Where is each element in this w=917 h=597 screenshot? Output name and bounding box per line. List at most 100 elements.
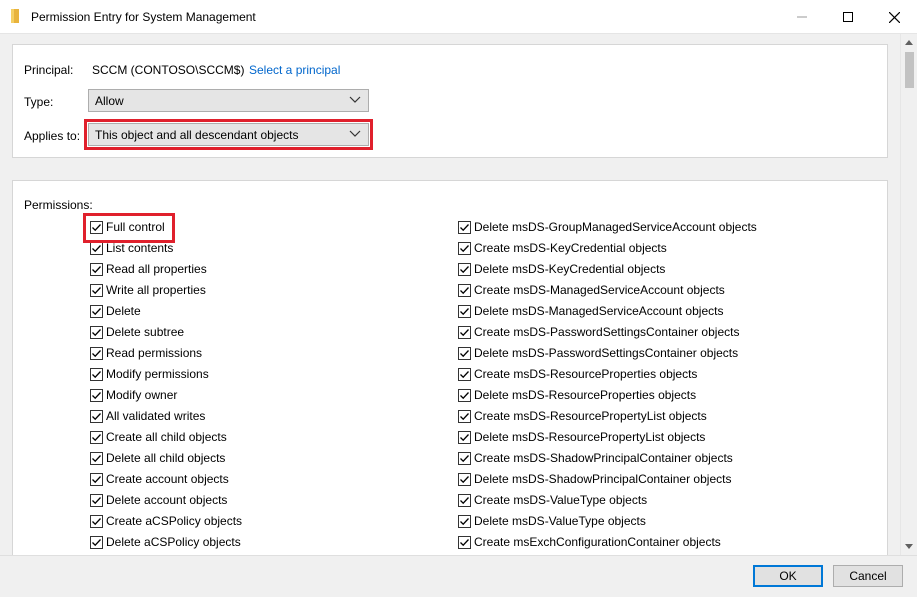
permission-item[interactable]: Create msDS-ResourceProperties objects [458,365,697,383]
checkmark-icon [460,370,469,378]
vertical-scrollbar[interactable] [900,34,917,555]
select-principal-link[interactable]: Select a principal [249,63,340,77]
permission-item[interactable]: Read permissions [90,344,202,362]
ok-button[interactable]: OK [753,565,823,587]
permission-item[interactable]: Create all child objects [90,428,227,446]
permission-checkbox[interactable] [458,241,471,255]
permission-label: Create msDS-ManagedServiceAccount object… [474,283,725,297]
maximize-button[interactable] [825,0,871,34]
principal-panel: Principal: SCCM (CONTOSO\SCCM$) Select a… [12,44,888,158]
permission-checkbox[interactable] [458,388,471,402]
permission-checkbox[interactable] [458,535,471,549]
type-select-value: Allow [95,94,124,108]
permission-item[interactable]: Delete msDS-ResourcePropertyList objects [458,428,705,446]
permission-item[interactable]: Delete [90,302,141,320]
close-button[interactable] [871,0,917,34]
permission-checkbox[interactable] [458,325,471,339]
checkmark-icon [460,454,469,462]
permission-checkbox[interactable] [90,514,103,528]
permission-checkbox[interactable] [458,304,471,318]
permission-checkbox[interactable] [90,367,103,381]
permission-label: Create aCSPolicy objects [106,514,243,528]
permission-item[interactable]: Delete msDS-ManagedServiceAccount object… [458,302,723,320]
checkmark-icon [92,286,101,294]
permission-checkbox[interactable] [458,409,471,423]
permission-item[interactable]: All validated writes [90,407,205,425]
permission-item[interactable]: Create msExchConfigurationContainer obje… [458,533,721,551]
permission-item[interactable]: Delete all child objects [90,449,225,467]
permission-checkbox[interactable] [458,451,471,465]
principal-value: SCCM (CONTOSO\SCCM$) [92,63,245,77]
permission-item[interactable]: Delete account objects [90,491,227,509]
permission-label: Delete msDS-PasswordSettingsContainer ob… [474,346,739,360]
permission-label: Modify permissions [106,367,209,381]
permission-item[interactable]: Delete aCSPolicy objects [90,533,241,551]
permission-item[interactable]: Delete subtree [90,323,184,341]
permission-checkbox[interactable] [90,430,103,444]
permission-checkbox[interactable] [458,367,471,381]
permission-item[interactable]: Create account objects [90,470,229,488]
cancel-button[interactable]: Cancel [833,565,903,587]
permission-item[interactable]: Create msDS-ShadowPrincipalContainer obj… [458,449,733,467]
scroll-down-icon[interactable] [905,544,913,549]
minimize-button[interactable] [779,0,825,34]
permission-checkbox[interactable] [458,262,471,276]
permission-checkbox[interactable] [90,409,103,423]
checkmark-icon [92,265,101,273]
permission-item[interactable]: Read all properties [90,260,207,278]
scroll-up-icon[interactable] [905,40,913,45]
permission-item[interactable]: Delete msDS-ShadowPrincipalContainer obj… [458,470,731,488]
permission-checkbox[interactable] [90,325,103,339]
minimize-icon [797,16,807,18]
permission-checkbox[interactable] [458,472,471,486]
permission-label: Read all properties [106,262,207,276]
permission-item[interactable]: Delete msDS-PasswordSettingsContainer ob… [458,344,738,362]
checkmark-icon [92,307,101,315]
permission-item[interactable]: Delete msDS-ResourceProperties objects [458,386,696,404]
permission-item[interactable]: Create aCSPolicy objects [90,512,242,530]
permission-checkbox[interactable] [90,283,103,297]
permission-checkbox[interactable] [90,241,103,255]
permission-label: Delete msDS-ShadowPrincipalContainer obj… [474,472,732,486]
permission-label: Create all child objects [106,430,227,444]
permission-checkbox[interactable] [458,220,471,234]
permission-item[interactable]: Delete msDS-GroupManagedServiceAccount o… [458,218,757,236]
permission-label: Create msDS-KeyCredential objects [474,241,667,255]
type-select[interactable]: Allow [88,89,369,112]
permissions-label: Permissions: [24,198,93,212]
permission-checkbox[interactable] [90,346,103,360]
checkmark-icon [92,244,101,252]
permission-checkbox[interactable] [458,514,471,528]
permission-checkbox[interactable] [90,535,103,549]
permission-item[interactable]: Modify owner [90,386,177,404]
permission-item[interactable]: Delete msDS-KeyCredential objects [458,260,665,278]
permission-checkbox[interactable] [90,472,103,486]
permission-checkbox[interactable] [90,451,103,465]
checkmark-icon [460,412,469,420]
scroll-thumb[interactable] [905,52,914,88]
permission-checkbox[interactable] [458,283,471,297]
permission-item[interactable]: Delete msDS-ValueType objects [458,512,646,530]
permission-label: Delete account objects [106,493,228,507]
permission-checkbox[interactable] [90,304,103,318]
permission-item[interactable]: Create msDS-ManagedServiceAccount object… [458,281,725,299]
close-icon [888,11,900,23]
permission-item[interactable]: Create msDS-KeyCredential objects [458,239,667,257]
permission-item[interactable]: Create msDS-ValueType objects [458,491,647,509]
permission-checkbox[interactable] [90,388,103,402]
permission-item[interactable]: Modify permissions [90,365,209,383]
permission-checkbox[interactable] [90,262,103,276]
maximize-icon [843,12,853,22]
checkmark-icon [460,244,469,252]
permission-item[interactable]: Create msDS-PasswordSettingsContainer ob… [458,323,739,341]
permission-label: Create msDS-ValueType objects [474,493,648,507]
permission-item[interactable]: Write all properties [90,281,206,299]
permission-checkbox[interactable] [458,430,471,444]
checkmark-icon [460,433,469,441]
checkmark-icon [460,223,469,231]
permission-checkbox[interactable] [458,493,471,507]
permission-label: Write all properties [106,283,206,297]
permission-checkbox[interactable] [90,493,103,507]
permission-checkbox[interactable] [458,346,471,360]
permission-item[interactable]: Create msDS-ResourcePropertyList objects [458,407,707,425]
